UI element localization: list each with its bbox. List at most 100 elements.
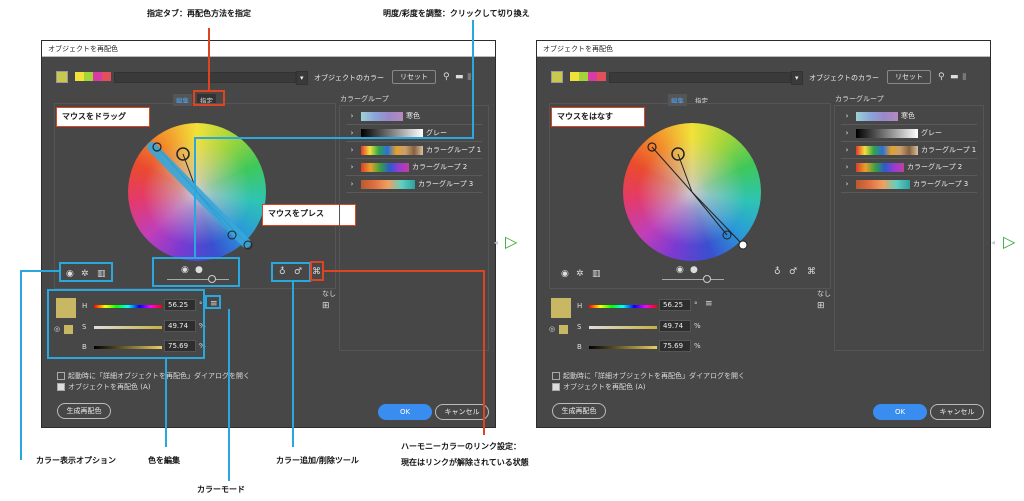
eyedropper-icon[interactable]: ⚲ <box>443 72 450 82</box>
base-color-swatch[interactable] <box>551 298 571 318</box>
brightness-slider-knob[interactable] <box>703 275 711 283</box>
object-colors-dropdown[interactable]: ▾ <box>791 71 803 85</box>
harmony-markers[interactable] <box>128 123 266 261</box>
folder-icon[interactable]: ▬ <box>950 72 959 82</box>
object-colors-label: オブジェクトのカラー <box>314 74 384 82</box>
reset-button[interactable]: リセット <box>392 70 436 84</box>
highlight-color-mode <box>205 295 221 309</box>
annotation-assign-tab: 指定タブ：再配色方法を指定 <box>147 9 251 18</box>
highlight-hsb <box>47 289 205 359</box>
highlight-add-remove <box>271 262 311 282</box>
open-advanced-checkbox[interactable]: 起動時に「詳細オブジェクトを再配色」ダイアログを開く <box>552 371 745 381</box>
line-color-view-v <box>20 270 22 460</box>
cancel-button[interactable]: キャンセル <box>435 404 489 420</box>
none-label: なし <box>817 290 831 298</box>
folder-icon[interactable]: ▬ <box>455 72 464 82</box>
link-harmony-icon[interactable]: ⌘ <box>807 267 816 277</box>
top-color-strip[interactable] <box>75 72 111 81</box>
line-link-v <box>483 270 485 435</box>
menu-icon[interactable]: ≡ <box>705 299 713 309</box>
color-groups-panel: › 寒色 › グレー › カラーグループ 1 › カラーグループ 2 › カラーグループ … <box>339 105 489 351</box>
recolor-dialog-left: オブジェクトを再配色 ▾ オブジェクトのカラー リセット ⚲ ▬ ▮ 編集 指定… <box>41 40 496 428</box>
line-link-h <box>324 270 484 272</box>
top-color-strip[interactable] <box>570 72 606 81</box>
highlight-brightness <box>152 257 240 287</box>
group-row-cool[interactable]: › 寒色 <box>841 108 977 125</box>
grid-icon[interactable]: ⊞ <box>817 301 825 311</box>
annotation-color-view: カラー表示オプション <box>36 456 116 465</box>
highlight-assign-tab <box>193 90 225 106</box>
dialog-title: オブジェクトを再配色 <box>537 41 990 57</box>
grid-icon[interactable]: ⊞ <box>322 301 330 311</box>
s-value[interactable]: 49.74 <box>659 320 691 332</box>
current-color-swatch[interactable] <box>56 71 68 83</box>
group-row-gray[interactable]: › グレー <box>841 125 977 142</box>
dialog-title: オブジェクトを再配色 <box>42 41 495 57</box>
line-add-remove <box>292 282 294 447</box>
group-row-1[interactable]: › カラーグループ 1 <box>841 142 977 159</box>
recolor-checkbox[interactable]: オブジェクトを再配色 (A) <box>57 382 150 392</box>
h-label: H <box>577 302 583 310</box>
color-groups-panel: › 寒色 › グレー › カラーグループ 1 › カラーグループ 2 › カラーグループ … <box>834 105 984 351</box>
line-brightness-h <box>194 137 474 139</box>
eyedropper-icon[interactable]: ⚲ <box>938 72 945 82</box>
line-brightness-v <box>472 20 474 138</box>
small-color-swatch <box>559 325 568 334</box>
generate-recolor-button[interactable]: 生成再配色 <box>57 403 111 419</box>
trash-icon[interactable]: ▮ <box>962 72 967 82</box>
color-groups-title: カラーグループ <box>340 95 389 103</box>
annotation-edit-color: 色を編集 <box>148 456 180 465</box>
b-label: B <box>577 343 582 351</box>
line-assign <box>208 28 210 90</box>
s-slider[interactable] <box>589 326 657 329</box>
annotation-release: マウスをはなす <box>551 107 645 127</box>
group-row-gray[interactable]: › グレー <box>346 125 482 142</box>
harmony-markers[interactable] <box>623 123 761 261</box>
play-arrow-icon[interactable]: ▷ <box>1003 234 1015 250</box>
saturation-icon[interactable]: ● <box>690 265 698 275</box>
play-arrow-icon[interactable]: ▷ <box>505 234 517 250</box>
h-slider[interactable] <box>589 305 657 308</box>
color-bars-icon[interactable]: ▥ <box>592 269 601 279</box>
annotation-harmony-2: 現在はリンクが解除されている状態 <box>401 458 529 467</box>
h-value[interactable]: 56.25 <box>659 299 691 311</box>
ok-button[interactable]: OK <box>378 404 432 420</box>
open-advanced-checkbox[interactable]: 起動時に「詳細オブジェクトを再配色」ダイアログを開く <box>57 371 250 381</box>
highlight-link <box>310 261 324 281</box>
none-label: なし <box>322 290 336 298</box>
reset-button[interactable]: リセット <box>887 70 931 84</box>
current-color-swatch[interactable] <box>551 71 563 83</box>
smooth-wheel-icon[interactable]: ◉ <box>561 269 569 279</box>
annotation-color-mode: カラーモード <box>197 485 245 494</box>
strip-bar <box>114 72 296 83</box>
target-icon: ◎ <box>549 325 556 333</box>
s-label: S <box>577 323 582 331</box>
annotation-drag: マウスをドラッグ <box>56 107 150 127</box>
add-color-icon[interactable]: ♁ <box>774 267 781 277</box>
ok-button[interactable]: OK <box>873 404 927 420</box>
annotation-harmony-1: ハーモニーカラーのリンク設定： <box>401 442 521 451</box>
group-row-2[interactable]: › カラーグループ 2 <box>346 159 482 176</box>
group-row-2[interactable]: › カラーグループ 2 <box>841 159 977 176</box>
collapse-arrow-icon[interactable]: ◂ <box>494 238 498 248</box>
color-groups-title: カラーグループ <box>835 95 884 103</box>
b-value[interactable]: 75.69 <box>659 340 691 352</box>
brightness-icon[interactable]: ◉ <box>676 265 684 275</box>
segmented-wheel-icon[interactable]: ✲ <box>576 269 584 279</box>
cancel-button[interactable]: キャンセル <box>930 404 984 420</box>
group-row-1[interactable]: › カラーグループ 1 <box>346 142 482 159</box>
group-row-cool[interactable]: › 寒色 <box>346 108 482 125</box>
recolor-checkbox[interactable]: オブジェクトを再配色 (A) <box>552 382 645 392</box>
b-slider[interactable] <box>589 346 657 349</box>
b-unit: % <box>694 342 701 350</box>
highlight-color-view <box>59 262 113 282</box>
collapse-arrow-icon[interactable]: ◂ <box>991 238 995 248</box>
brightness-slider[interactable] <box>662 279 724 280</box>
remove-color-icon[interactable]: ♂ <box>789 267 797 277</box>
object-colors-dropdown[interactable]: ▾ <box>296 71 308 85</box>
group-row-3[interactable]: › カラーグループ 3 <box>841 176 977 193</box>
generate-recolor-button[interactable]: 生成再配色 <box>552 403 606 419</box>
object-colors-label: オブジェクトのカラー <box>809 74 879 82</box>
annotation-add-remove: カラー追加/削除ツール <box>276 456 359 465</box>
group-row-3[interactable]: › カラーグループ 3 <box>346 176 482 193</box>
